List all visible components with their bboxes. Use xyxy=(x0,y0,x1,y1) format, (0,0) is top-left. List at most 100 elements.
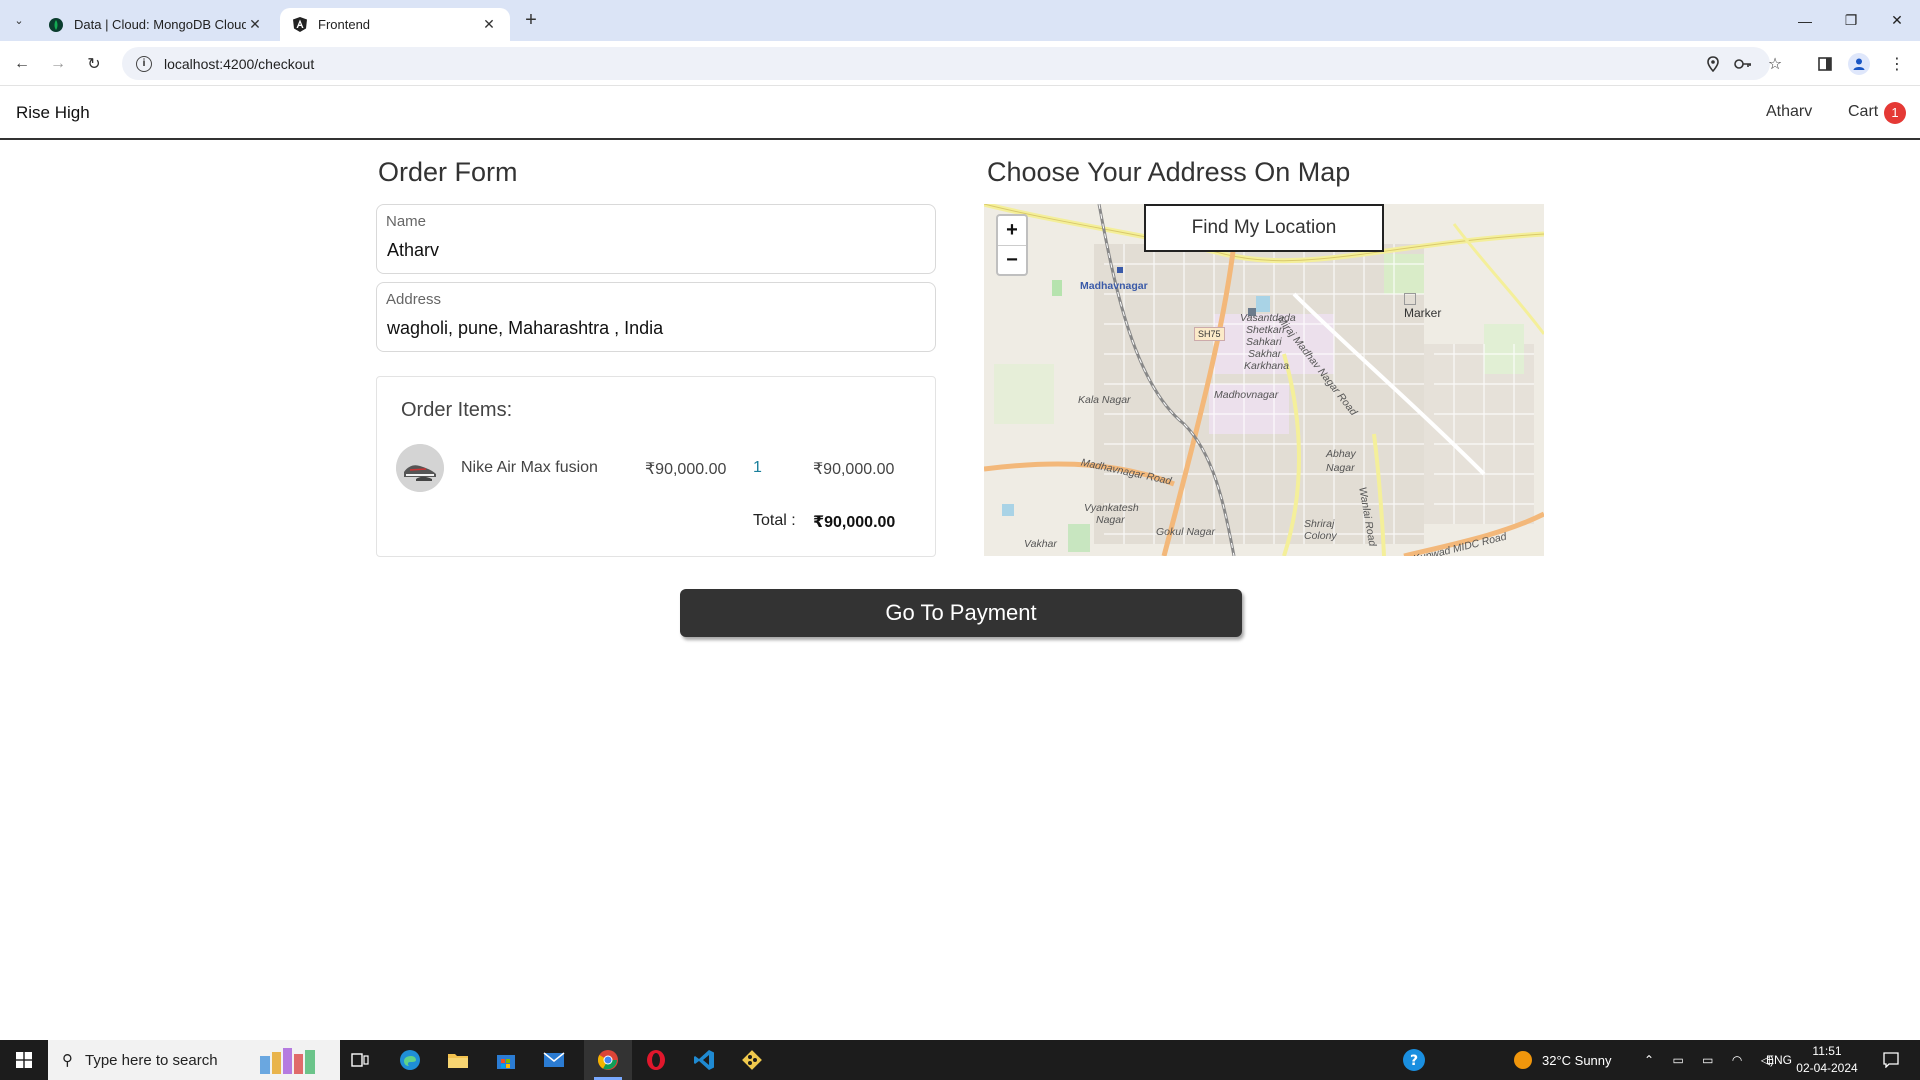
minimize-icon[interactable]: — xyxy=(1782,0,1828,41)
weather-text: 32°C Sunny xyxy=(1542,1052,1612,1068)
sun-icon xyxy=(1514,1051,1532,1069)
map-label: Sakhar xyxy=(1248,348,1282,360)
browser-tab-bar: ⌄ Data | Cloud: MongoDB Cloud ✕ Frontend… xyxy=(0,0,1920,41)
mongodb-leaf-icon xyxy=(48,17,64,33)
new-tab-icon[interactable]: + xyxy=(520,10,542,32)
address-label: Address xyxy=(386,291,442,308)
map-label: Colony xyxy=(1304,530,1337,542)
tab-frontend[interactable]: Frontend ✕ xyxy=(280,8,510,41)
tab-title: Frontend xyxy=(318,17,371,32)
os-taskbar: ⚲ Type here to search ? 32°C Sunny ⌃ ▭ ▭… xyxy=(0,1040,1920,1080)
order-form-title: Order Form xyxy=(378,157,518,187)
side-panel-icon[interactable] xyxy=(1812,52,1838,76)
git-icon[interactable] xyxy=(728,1040,776,1080)
close-tab-icon[interactable]: ✕ xyxy=(246,16,264,33)
find-my-location-button[interactable]: Find My Location xyxy=(1144,204,1384,252)
tab-search-icon[interactable]: ⌄ xyxy=(8,9,30,31)
close-tab-icon[interactable]: ✕ xyxy=(480,16,498,33)
url-text: localhost:4200/checkout xyxy=(164,55,315,72)
clock-date: 02-04-2024 xyxy=(1796,1061,1858,1075)
item-name: Nike Air Max fusion xyxy=(461,459,598,476)
map-label: Madhovnagar xyxy=(1214,389,1279,401)
edge-icon[interactable] xyxy=(386,1040,434,1080)
location-pin-icon[interactable] xyxy=(1700,53,1726,75)
order-items-panel: Order Items: Nike Air Max fusion ₹90,000… xyxy=(376,376,936,557)
browser-toolbar: ← → ↻ i localhost:4200/checkout ☆ ⋮ xyxy=(0,41,1920,86)
address-input[interactable]: wagholi, pune, Maharashtra , India xyxy=(387,318,663,339)
map-title: Choose Your Address On Map xyxy=(987,157,1351,187)
svg-text:?: ? xyxy=(1410,1053,1418,1069)
item-price: ₹90,000.00 xyxy=(645,461,727,478)
map-label: Vyankatesh xyxy=(1084,502,1139,514)
vscode-icon[interactable] xyxy=(680,1040,728,1080)
order-items-title: Order Items: xyxy=(401,399,513,421)
battery-icon[interactable]: ▭ xyxy=(1702,1053,1713,1067)
map-label: Nagar xyxy=(1096,514,1125,526)
profile-icon[interactable] xyxy=(1846,52,1872,76)
zoom-out-button[interactable]: − xyxy=(998,245,1026,274)
restore-icon[interactable]: ❐ xyxy=(1828,0,1874,41)
search-highlight-icon xyxy=(258,1046,328,1080)
store-icon[interactable] xyxy=(482,1040,530,1080)
marker-alt-text: Marker xyxy=(1404,306,1442,320)
brand-link[interactable]: Rise High xyxy=(16,103,90,123)
broken-image-icon xyxy=(1404,293,1416,305)
windows-start-icon[interactable] xyxy=(0,1040,48,1080)
zoom-in-button[interactable]: + xyxy=(998,216,1026,245)
reload-icon[interactable]: ↻ xyxy=(82,52,106,76)
go-to-payment-button[interactable]: Go To Payment xyxy=(680,589,1242,637)
map-label: Nagar xyxy=(1326,462,1355,474)
chevron-up-icon[interactable]: ⌃ xyxy=(1644,1053,1654,1067)
tab-mongodb[interactable]: Data | Cloud: MongoDB Cloud ✕ xyxy=(36,8,276,41)
name-field[interactable]: Name Atharv xyxy=(376,204,936,274)
bookmark-star-icon[interactable]: ☆ xyxy=(1762,53,1788,75)
search-icon: ⚲ xyxy=(62,1052,73,1069)
chrome-icon[interactable] xyxy=(584,1040,632,1080)
map-marker[interactable]: Marker xyxy=(1404,292,1441,320)
opera-icon[interactable] xyxy=(632,1040,680,1080)
cart-link[interactable]: Cart xyxy=(1848,103,1878,121)
notifications-icon[interactable] xyxy=(1876,1040,1906,1080)
map-label: Gokul Nagar xyxy=(1156,526,1215,538)
map-road-shield: SH75 xyxy=(1194,327,1225,341)
clock-time: 11:51 xyxy=(1812,1044,1842,1058)
map-label: Karkhana xyxy=(1244,360,1289,372)
language-indicator[interactable]: ENG xyxy=(1766,1040,1792,1080)
map-label: Vakhar xyxy=(1024,538,1057,550)
password-key-icon[interactable] xyxy=(1730,53,1756,75)
name-label: Name xyxy=(386,213,427,230)
address-map[interactable]: + − Find My Location Marker Madhavnagar … xyxy=(984,204,1544,556)
mail-icon[interactable] xyxy=(530,1040,578,1080)
site-info-icon[interactable]: i xyxy=(136,55,152,72)
name-input[interactable]: Atharv xyxy=(387,240,439,261)
close-window-icon[interactable]: ✕ xyxy=(1874,0,1920,41)
task-view-icon[interactable] xyxy=(336,1040,384,1080)
map-label: Shriraj xyxy=(1304,518,1335,530)
help-icon[interactable]: ? xyxy=(1390,1040,1438,1080)
item-subtotal: ₹90,000.00 xyxy=(813,461,895,478)
back-icon[interactable]: ← xyxy=(10,52,34,76)
total-label: Total : xyxy=(753,512,796,529)
meet-now-icon[interactable]: ▭ xyxy=(1672,1053,1683,1067)
angular-icon xyxy=(292,17,308,33)
clock[interactable]: 11:51 02-04-2024 xyxy=(1792,1043,1862,1077)
map-tiles xyxy=(984,204,1544,556)
cart-count-badge: 1 xyxy=(1884,102,1906,124)
taskbar-search[interactable]: ⚲ Type here to search xyxy=(48,1040,340,1080)
system-tray: ⌃ ▭ ▭ ◠ ◁) xyxy=(1644,1040,1774,1080)
wifi-icon[interactable]: ◠ xyxy=(1732,1053,1742,1067)
user-link[interactable]: Atharv xyxy=(1766,103,1812,121)
weather-widget[interactable]: 32°C Sunny xyxy=(1514,1040,1612,1080)
browser-menu-icon[interactable]: ⋮ xyxy=(1884,52,1910,76)
address-field[interactable]: Address wagholi, pune, Maharashtra , Ind… xyxy=(376,282,936,352)
file-explorer-icon[interactable] xyxy=(434,1040,482,1080)
map-label: Abhay xyxy=(1326,448,1356,460)
url-bar[interactable]: i localhost:4200/checkout xyxy=(122,47,1770,80)
map-label: Kala Nagar xyxy=(1078,394,1131,406)
map-label: Madhavnagar xyxy=(1080,280,1148,292)
product-thumbnail xyxy=(396,444,444,492)
app-navbar: Rise High Atharv Cart 1 xyxy=(0,87,1920,140)
item-quantity: 1 xyxy=(753,459,762,476)
taskbar-search-placeholder: Type here to search xyxy=(85,1051,218,1069)
forward-icon[interactable]: → xyxy=(46,52,70,76)
